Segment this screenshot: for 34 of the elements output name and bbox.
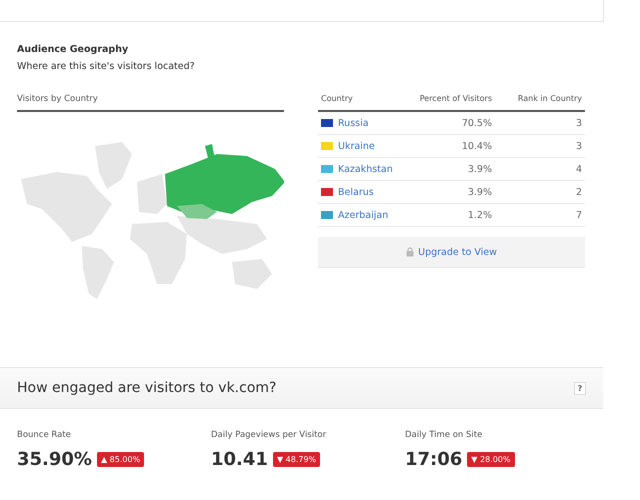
table-cell-text: 70.5% [460,118,492,128]
table-cell-text: 10.4% [460,140,492,152]
table-cell-text: 7 [574,210,582,220]
section-subtitle: Where are this site's visitors located? [17,61,196,72]
metric-value: 17:06 [405,449,462,470]
country-link[interactable]: Kazakhstan [338,164,393,174]
table-cell-text: 4 [574,164,582,174]
lock-icon [406,247,414,257]
table-cell-text: 3.9% [466,186,492,198]
metric-value: 35.90% [17,449,92,470]
column-header: Country [321,94,354,105]
country-link[interactable]: Ukraine [338,140,375,152]
metric-value: 10.41 [211,449,268,470]
country-link[interactable]: Russia [338,118,369,128]
help-button[interactable]: ? [574,382,586,394]
metric-label: Daily Pageviews per Visitor [211,430,328,440]
change-badge: ▼ 28.00% [467,452,514,467]
change-badge: ▼ 48.79% [272,452,320,467]
column-header: Rank in Country [516,94,582,105]
section-title: Audience Geography [17,44,130,55]
metric-label: Bounce Rate [17,430,72,440]
table-cell-text: 3 [574,140,582,152]
country-link[interactable]: Belarus [338,186,374,198]
table-cell-text: 2 [574,186,582,198]
table-cell-text: 3 [574,118,582,128]
map-heading: Visitors by Country [17,94,284,112]
metric-label: Daily Time on Site [405,430,484,440]
table-cell-text: 1.2% [466,210,492,220]
table-cell-text: 3.9% [466,164,492,174]
section-title: How engaged are visitors to vk.com? [17,380,276,396]
column-header: Percent of Visitors [418,94,492,105]
country-link[interactable]: Azerbaijan [338,210,388,220]
upgrade-link[interactable]: Upgrade to View [418,246,497,258]
change-badge: ▲ 85.00% [96,452,144,467]
